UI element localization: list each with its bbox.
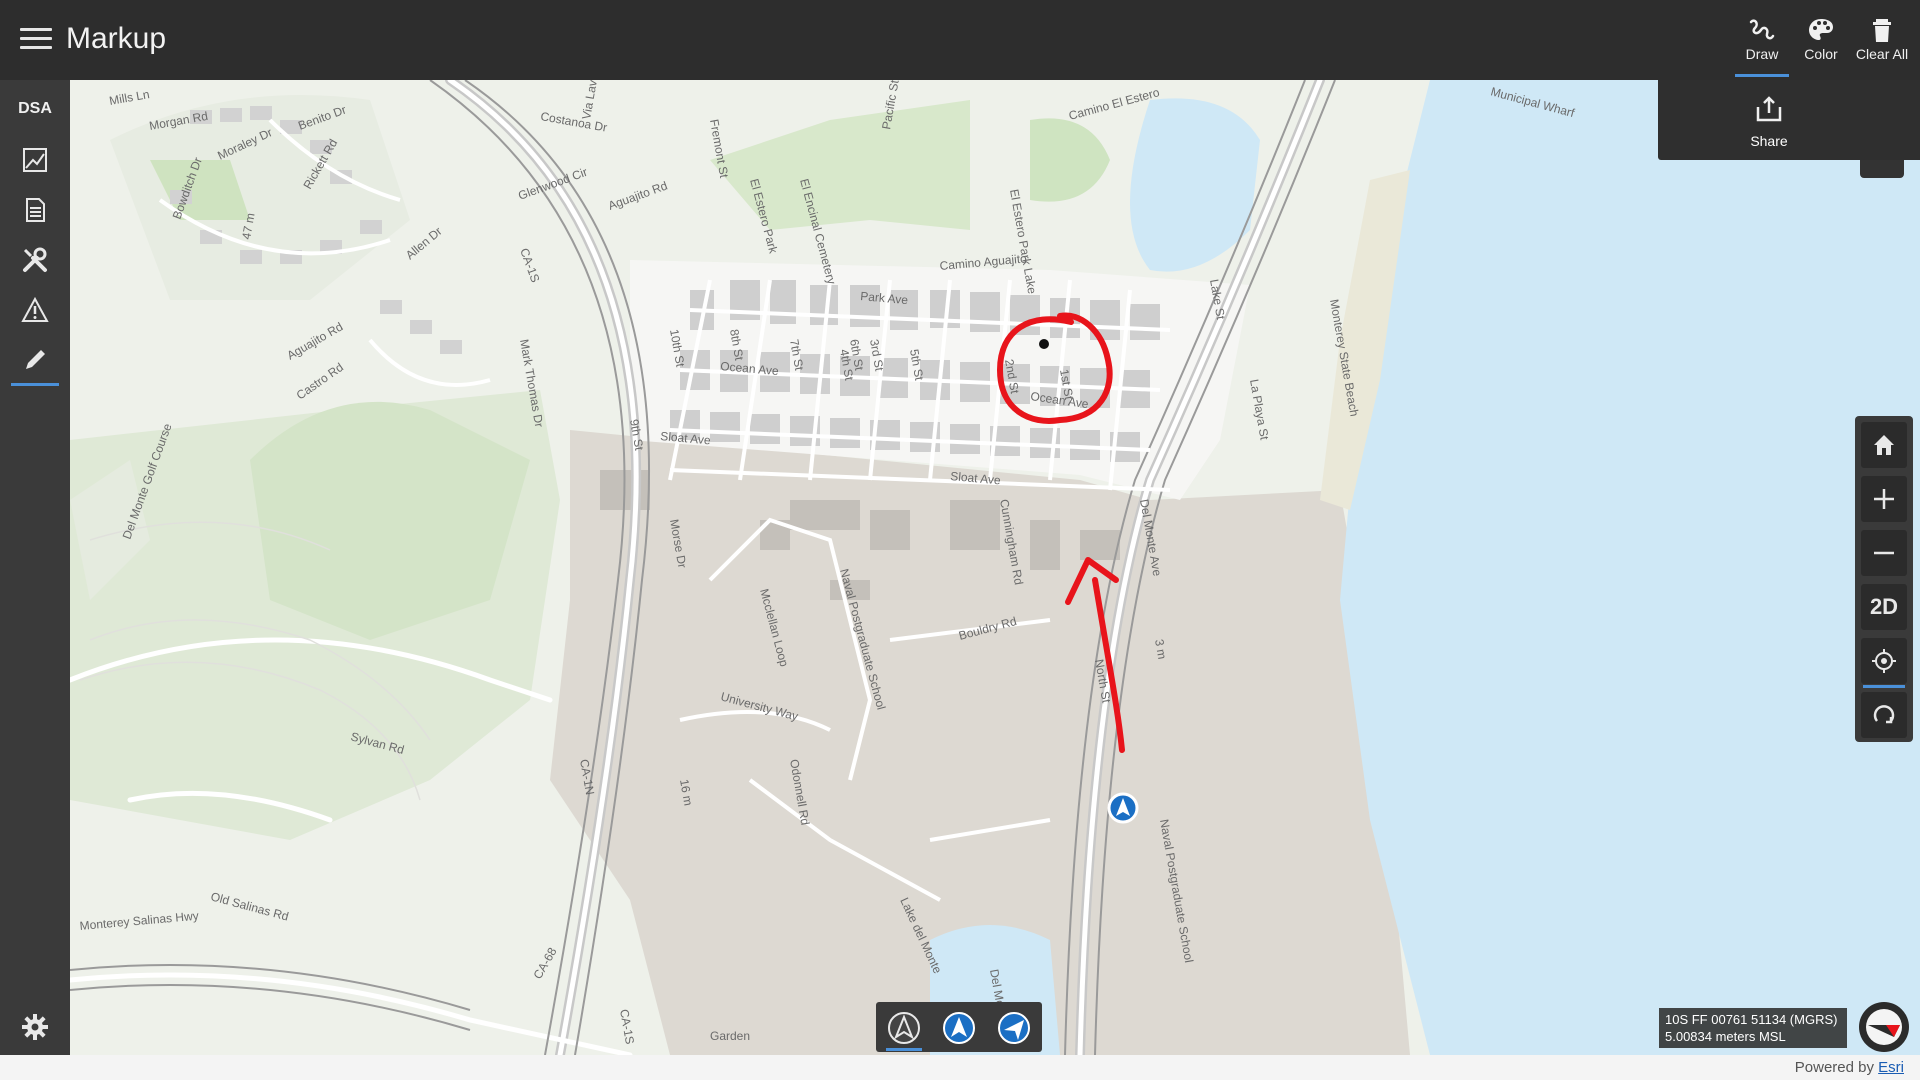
attribution-prefix: Powered by xyxy=(1794,1059,1879,1076)
share-icon xyxy=(1756,96,1782,122)
nav-mode-north-up[interactable] xyxy=(882,1008,926,1051)
rotate-button[interactable] xyxy=(1861,692,1907,738)
attribution-text: Powered by Esri xyxy=(1795,1059,1904,1076)
settings-button[interactable] xyxy=(16,1008,54,1046)
color-button[interactable]: Color xyxy=(1792,10,1850,76)
tools-icon xyxy=(23,247,47,272)
navigation-arrow-icon xyxy=(888,1012,920,1044)
toggle-2d-button[interactable]: 2D xyxy=(1861,584,1907,630)
document-icon xyxy=(26,198,45,222)
sidebar-item-tools[interactable] xyxy=(8,238,62,282)
toggle-2d-label: 2D xyxy=(1869,594,1899,619)
sidebar-item-warning[interactable] xyxy=(8,288,62,332)
locate-button[interactable] xyxy=(1861,638,1907,688)
hamburger-menu-icon[interactable] xyxy=(20,28,52,52)
panel-tab[interactable] xyxy=(1860,160,1904,178)
sidebar-item-markup[interactable] xyxy=(8,338,62,386)
trash-icon xyxy=(1873,19,1891,42)
zoom-out-button[interactable] xyxy=(1861,530,1907,576)
nav-mode-track-up[interactable] xyxy=(937,1008,981,1048)
location-dot xyxy=(1039,339,1049,349)
attribution-bar: Powered by Esri xyxy=(0,1055,1920,1080)
compass-icon xyxy=(1866,1009,1902,1045)
rotate-icon xyxy=(1873,705,1895,724)
map-layers-icon xyxy=(23,148,47,172)
top-bar: Markup Draw Color Clear All xyxy=(0,0,1920,80)
elevation-readout: 5.00834 meters MSL xyxy=(1665,1029,1786,1044)
compass-button[interactable] xyxy=(1859,1002,1909,1052)
esri-link[interactable]: Esri xyxy=(1878,1059,1904,1076)
mgrs-coordinates: 10S FF 00761 51134 (MGRS) xyxy=(1665,1012,1838,1027)
home-button[interactable] xyxy=(1861,422,1907,468)
zoom-in-button[interactable] xyxy=(1861,476,1907,522)
sidebar-item-document[interactable] xyxy=(8,188,62,232)
draw-button[interactable]: Draw xyxy=(1733,10,1791,77)
dsa-label: DSA xyxy=(18,100,52,117)
share-button[interactable]: Share xyxy=(1734,94,1804,149)
clear-all-label: Clear All xyxy=(1855,46,1909,62)
navigation-compass-icon xyxy=(998,1012,1030,1044)
gear-icon xyxy=(22,1014,48,1040)
basemap: Mills Ln Morgan Rd Benito Dr Moraley Dr … xyxy=(70,80,1920,1055)
palette-icon xyxy=(1809,19,1833,40)
map-label: Garden xyxy=(710,1029,750,1043)
minus-icon xyxy=(1874,551,1894,555)
draw-label: Draw xyxy=(1745,46,1779,62)
share-popover: Share xyxy=(1658,80,1920,160)
left-sidebar: DSA xyxy=(0,80,70,1055)
coordinate-readout: 10S FF 00761 51134 (MGRS) 5.00834 meters… xyxy=(1659,1008,1847,1048)
app-title: Markup xyxy=(66,22,167,55)
sidebar-item-map-layers[interactable] xyxy=(8,138,62,182)
navigation-mode-bar xyxy=(876,1002,1042,1052)
share-label: Share xyxy=(1750,133,1788,149)
navigation-arrow-filled-icon xyxy=(943,1012,975,1044)
nav-mode-compass[interactable] xyxy=(992,1008,1036,1048)
current-location-marker[interactable] xyxy=(1107,792,1139,824)
draw-icon xyxy=(1749,19,1775,40)
warning-icon xyxy=(21,296,49,322)
color-label: Color xyxy=(1804,46,1838,62)
plus-icon xyxy=(1874,489,1894,509)
clear-all-button[interactable]: Clear All xyxy=(1851,10,1913,76)
navigation-toolbar: 2D xyxy=(1855,416,1913,742)
pencil-icon xyxy=(26,350,45,369)
crosshair-icon xyxy=(1872,649,1896,673)
map-view[interactable]: Mills Ln Morgan Rd Benito Dr Moraley Dr … xyxy=(70,80,1920,1055)
home-icon xyxy=(1874,435,1894,455)
